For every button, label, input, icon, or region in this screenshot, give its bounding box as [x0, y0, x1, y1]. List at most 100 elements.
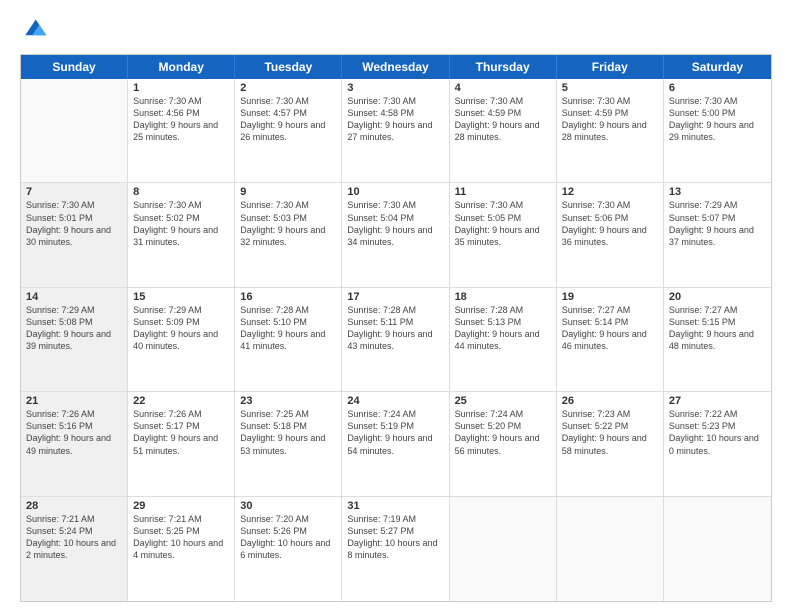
calendar-cell — [450, 497, 557, 601]
calendar-cell: 18Sunrise: 7:28 AMSunset: 5:13 PMDayligh… — [450, 288, 557, 391]
weekday-header-tuesday: Tuesday — [235, 55, 342, 79]
calendar-cell: 16Sunrise: 7:28 AMSunset: 5:10 PMDayligh… — [235, 288, 342, 391]
day-number: 11 — [455, 186, 551, 198]
weekday-header-thursday: Thursday — [450, 55, 557, 79]
calendar-cell: 30Sunrise: 7:20 AMSunset: 5:26 PMDayligh… — [235, 497, 342, 601]
cell-info: Sunrise: 7:23 AMSunset: 5:22 PMDaylight:… — [562, 408, 658, 457]
cell-info: Sunrise: 7:21 AMSunset: 5:25 PMDaylight:… — [133, 513, 229, 562]
day-number: 27 — [669, 395, 766, 407]
cell-info: Sunrise: 7:19 AMSunset: 5:27 PMDaylight:… — [347, 513, 443, 562]
cell-info: Sunrise: 7:20 AMSunset: 5:26 PMDaylight:… — [240, 513, 336, 562]
calendar-week-3: 21Sunrise: 7:26 AMSunset: 5:16 PMDayligh… — [21, 392, 771, 496]
cell-info: Sunrise: 7:30 AMSunset: 4:56 PMDaylight:… — [133, 95, 229, 144]
weekday-header-sunday: Sunday — [21, 55, 128, 79]
calendar-cell: 23Sunrise: 7:25 AMSunset: 5:18 PMDayligh… — [235, 392, 342, 495]
cell-info: Sunrise: 7:29 AMSunset: 5:08 PMDaylight:… — [26, 304, 122, 353]
calendar-cell: 14Sunrise: 7:29 AMSunset: 5:08 PMDayligh… — [21, 288, 128, 391]
cell-info: Sunrise: 7:30 AMSunset: 5:04 PMDaylight:… — [347, 199, 443, 248]
calendar-body: 1Sunrise: 7:30 AMSunset: 4:56 PMDaylight… — [21, 79, 771, 601]
calendar: SundayMondayTuesdayWednesdayThursdayFrid… — [20, 54, 772, 602]
cell-info: Sunrise: 7:30 AMSunset: 5:02 PMDaylight:… — [133, 199, 229, 248]
cell-info: Sunrise: 7:27 AMSunset: 5:14 PMDaylight:… — [562, 304, 658, 353]
calendar-cell: 4Sunrise: 7:30 AMSunset: 4:59 PMDaylight… — [450, 79, 557, 182]
calendar-cell: 27Sunrise: 7:22 AMSunset: 5:23 PMDayligh… — [664, 392, 771, 495]
calendar-cell: 1Sunrise: 7:30 AMSunset: 4:56 PMDaylight… — [128, 79, 235, 182]
cell-info: Sunrise: 7:28 AMSunset: 5:13 PMDaylight:… — [455, 304, 551, 353]
calendar-cell: 15Sunrise: 7:29 AMSunset: 5:09 PMDayligh… — [128, 288, 235, 391]
day-number: 10 — [347, 186, 443, 198]
calendar-cell: 6Sunrise: 7:30 AMSunset: 5:00 PMDaylight… — [664, 79, 771, 182]
calendar-header: SundayMondayTuesdayWednesdayThursdayFrid… — [21, 55, 771, 79]
cell-info: Sunrise: 7:21 AMSunset: 5:24 PMDaylight:… — [26, 513, 122, 562]
weekday-header-wednesday: Wednesday — [342, 55, 449, 79]
day-number: 25 — [455, 395, 551, 407]
calendar-cell: 17Sunrise: 7:28 AMSunset: 5:11 PMDayligh… — [342, 288, 449, 391]
cell-info: Sunrise: 7:25 AMSunset: 5:18 PMDaylight:… — [240, 408, 336, 457]
cell-info: Sunrise: 7:24 AMSunset: 5:19 PMDaylight:… — [347, 408, 443, 457]
calendar-week-0: 1Sunrise: 7:30 AMSunset: 4:56 PMDaylight… — [21, 79, 771, 183]
day-number: 6 — [669, 82, 766, 94]
day-number: 19 — [562, 291, 658, 303]
day-number: 16 — [240, 291, 336, 303]
calendar-cell: 21Sunrise: 7:26 AMSunset: 5:16 PMDayligh… — [21, 392, 128, 495]
day-number: 12 — [562, 186, 658, 198]
calendar-cell: 3Sunrise: 7:30 AMSunset: 4:58 PMDaylight… — [342, 79, 449, 182]
day-number: 8 — [133, 186, 229, 198]
day-number: 5 — [562, 82, 658, 94]
weekday-header-saturday: Saturday — [664, 55, 771, 79]
cell-info: Sunrise: 7:22 AMSunset: 5:23 PMDaylight:… — [669, 408, 766, 457]
cell-info: Sunrise: 7:30 AMSunset: 4:59 PMDaylight:… — [455, 95, 551, 144]
calendar-cell: 24Sunrise: 7:24 AMSunset: 5:19 PMDayligh… — [342, 392, 449, 495]
calendar-week-2: 14Sunrise: 7:29 AMSunset: 5:08 PMDayligh… — [21, 288, 771, 392]
day-number: 7 — [26, 186, 122, 198]
day-number: 30 — [240, 500, 336, 512]
day-number: 9 — [240, 186, 336, 198]
cell-info: Sunrise: 7:28 AMSunset: 5:11 PMDaylight:… — [347, 304, 443, 353]
cell-info: Sunrise: 7:29 AMSunset: 5:07 PMDaylight:… — [669, 199, 766, 248]
calendar-cell — [21, 79, 128, 182]
day-number: 24 — [347, 395, 443, 407]
calendar-cell — [557, 497, 664, 601]
calendar-cell: 13Sunrise: 7:29 AMSunset: 5:07 PMDayligh… — [664, 183, 771, 286]
calendar-week-4: 28Sunrise: 7:21 AMSunset: 5:24 PMDayligh… — [21, 497, 771, 601]
day-number: 26 — [562, 395, 658, 407]
calendar-cell: 26Sunrise: 7:23 AMSunset: 5:22 PMDayligh… — [557, 392, 664, 495]
cell-info: Sunrise: 7:30 AMSunset: 5:03 PMDaylight:… — [240, 199, 336, 248]
cell-info: Sunrise: 7:30 AMSunset: 4:57 PMDaylight:… — [240, 95, 336, 144]
calendar-cell: 22Sunrise: 7:26 AMSunset: 5:17 PMDayligh… — [128, 392, 235, 495]
calendar-cell: 7Sunrise: 7:30 AMSunset: 5:01 PMDaylight… — [21, 183, 128, 286]
weekday-header-friday: Friday — [557, 55, 664, 79]
day-number: 29 — [133, 500, 229, 512]
calendar-cell: 20Sunrise: 7:27 AMSunset: 5:15 PMDayligh… — [664, 288, 771, 391]
day-number: 22 — [133, 395, 229, 407]
cell-info: Sunrise: 7:27 AMSunset: 5:15 PMDaylight:… — [669, 304, 766, 353]
day-number: 31 — [347, 500, 443, 512]
cell-info: Sunrise: 7:26 AMSunset: 5:17 PMDaylight:… — [133, 408, 229, 457]
day-number: 1 — [133, 82, 229, 94]
cell-info: Sunrise: 7:30 AMSunset: 4:59 PMDaylight:… — [562, 95, 658, 144]
cell-info: Sunrise: 7:26 AMSunset: 5:16 PMDaylight:… — [26, 408, 122, 457]
day-number: 15 — [133, 291, 229, 303]
day-number: 18 — [455, 291, 551, 303]
calendar-week-1: 7Sunrise: 7:30 AMSunset: 5:01 PMDaylight… — [21, 183, 771, 287]
calendar-cell: 11Sunrise: 7:30 AMSunset: 5:05 PMDayligh… — [450, 183, 557, 286]
calendar-cell: 9Sunrise: 7:30 AMSunset: 5:03 PMDaylight… — [235, 183, 342, 286]
day-number: 28 — [26, 500, 122, 512]
calendar-cell: 10Sunrise: 7:30 AMSunset: 5:04 PMDayligh… — [342, 183, 449, 286]
cell-info: Sunrise: 7:30 AMSunset: 4:58 PMDaylight:… — [347, 95, 443, 144]
cell-info: Sunrise: 7:30 AMSunset: 5:05 PMDaylight:… — [455, 199, 551, 248]
logo — [20, 16, 52, 44]
cell-info: Sunrise: 7:29 AMSunset: 5:09 PMDaylight:… — [133, 304, 229, 353]
cell-info: Sunrise: 7:30 AMSunset: 5:01 PMDaylight:… — [26, 199, 122, 248]
day-number: 20 — [669, 291, 766, 303]
header — [20, 16, 772, 44]
calendar-cell: 29Sunrise: 7:21 AMSunset: 5:25 PMDayligh… — [128, 497, 235, 601]
calendar-cell: 25Sunrise: 7:24 AMSunset: 5:20 PMDayligh… — [450, 392, 557, 495]
day-number: 4 — [455, 82, 551, 94]
calendar-cell: 8Sunrise: 7:30 AMSunset: 5:02 PMDaylight… — [128, 183, 235, 286]
calendar-cell: 31Sunrise: 7:19 AMSunset: 5:27 PMDayligh… — [342, 497, 449, 601]
day-number: 23 — [240, 395, 336, 407]
calendar-cell: 2Sunrise: 7:30 AMSunset: 4:57 PMDaylight… — [235, 79, 342, 182]
day-number: 21 — [26, 395, 122, 407]
cell-info: Sunrise: 7:30 AMSunset: 5:06 PMDaylight:… — [562, 199, 658, 248]
